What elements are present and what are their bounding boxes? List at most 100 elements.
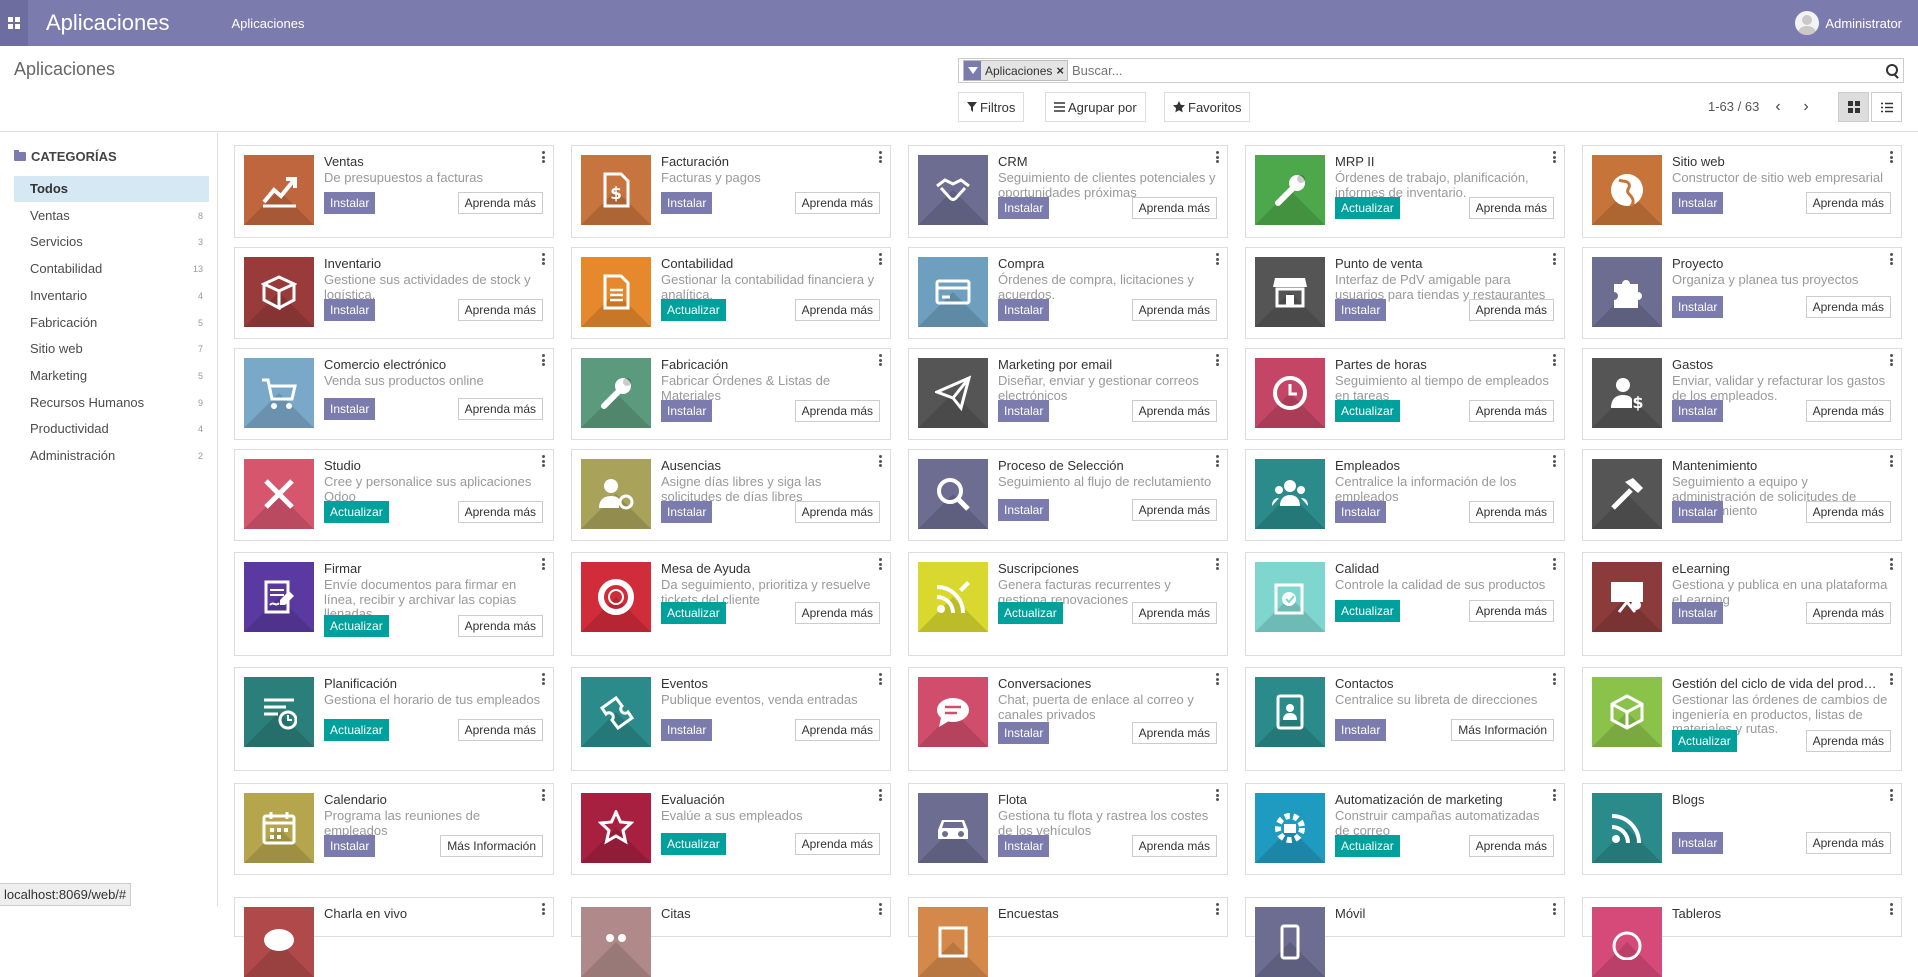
install-button[interactable]: Instalar [661, 719, 713, 741]
more-options-icon[interactable] [1890, 354, 1893, 366]
upgrade-button[interactable]: Actualizar [1672, 730, 1737, 752]
search-input[interactable] [1067, 59, 1881, 82]
more-options-icon[interactable] [542, 455, 545, 467]
more-options-icon[interactable] [879, 253, 882, 265]
more-options-icon[interactable] [1216, 789, 1219, 801]
learn-more-button[interactable]: Aprenda más [1131, 722, 1217, 744]
learn-more-button[interactable]: Más Información [1451, 719, 1554, 741]
sidebar-item-9[interactable]: Productividad 4 [14, 416, 209, 442]
learn-more-button[interactable]: Aprenda más [794, 192, 880, 214]
learn-more-button[interactable]: Aprenda más [1468, 600, 1554, 622]
install-button[interactable]: Instalar [1335, 501, 1387, 523]
sidebar-item-0[interactable]: Todos [14, 176, 209, 202]
sidebar-item-3[interactable]: Contabilidad 13 [14, 256, 209, 282]
install-button[interactable]: Instalar [324, 299, 376, 321]
more-options-icon[interactable] [1890, 789, 1893, 801]
install-button[interactable]: Instalar [998, 299, 1050, 321]
apps-menu-button[interactable] [0, 0, 28, 46]
more-options-icon[interactable] [1553, 354, 1556, 366]
more-options-icon[interactable] [879, 558, 882, 570]
learn-more-button[interactable]: Aprenda más [1131, 499, 1217, 521]
more-options-icon[interactable] [879, 673, 882, 685]
upgrade-button[interactable]: Actualizar [661, 602, 726, 624]
learn-more-button[interactable]: Aprenda más [1468, 197, 1554, 219]
more-options-icon[interactable] [1553, 673, 1556, 685]
install-button[interactable]: Instalar [324, 192, 376, 214]
more-options-icon[interactable] [1216, 455, 1219, 467]
more-options-icon[interactable] [1553, 558, 1556, 570]
learn-more-button[interactable]: Más Información [440, 835, 543, 857]
app-brand[interactable]: Aplicaciones [46, 10, 170, 36]
more-options-icon[interactable] [542, 354, 545, 366]
sidebar-item-6[interactable]: Sitio web 7 [14, 336, 209, 362]
more-options-icon[interactable] [879, 789, 882, 801]
learn-more-button[interactable]: Aprenda más [794, 400, 880, 422]
learn-more-button[interactable]: Aprenda más [457, 501, 543, 523]
install-button[interactable]: Instalar [1672, 832, 1724, 854]
install-button[interactable]: Instalar [1672, 501, 1724, 523]
user-menu[interactable]: Administrator [1795, 0, 1902, 46]
learn-more-button[interactable]: Aprenda más [1468, 299, 1554, 321]
learn-more-button[interactable]: Aprenda más [457, 299, 543, 321]
install-button[interactable]: Instalar [998, 722, 1050, 744]
learn-more-button[interactable]: Aprenda más [1131, 602, 1217, 624]
install-button[interactable]: Instalar [1672, 602, 1724, 624]
more-options-icon[interactable] [1890, 673, 1893, 685]
upgrade-button[interactable]: Actualizar [1335, 835, 1400, 857]
more-options-icon[interactable] [542, 151, 545, 163]
sidebar-item-1[interactable]: Ventas 8 [14, 203, 209, 229]
upgrade-button[interactable]: Actualizar [661, 299, 726, 321]
learn-more-button[interactable]: Aprenda más [1131, 299, 1217, 321]
sidebar-item-7[interactable]: Marketing 5 [14, 363, 209, 389]
learn-more-button[interactable]: Aprenda más [1131, 197, 1217, 219]
more-options-icon[interactable] [879, 151, 882, 163]
learn-more-button[interactable]: Aprenda más [1468, 400, 1554, 422]
more-options-icon[interactable] [879, 354, 882, 366]
install-button[interactable]: Instalar [998, 499, 1050, 521]
learn-more-button[interactable]: Aprenda más [1131, 835, 1217, 857]
more-options-icon[interactable] [1890, 903, 1893, 915]
learn-more-button[interactable]: Aprenda más [1805, 501, 1891, 523]
install-button[interactable]: Instalar [661, 400, 713, 422]
favorites-button[interactable]: Favoritos [1164, 92, 1251, 122]
install-button[interactable]: Instalar [1335, 299, 1387, 321]
install-button[interactable]: Instalar [661, 192, 713, 214]
learn-more-button[interactable]: Aprenda más [1131, 400, 1217, 422]
more-options-icon[interactable] [1890, 253, 1893, 265]
learn-more-button[interactable]: Aprenda más [1805, 296, 1891, 318]
more-options-icon[interactable] [1553, 789, 1556, 801]
more-options-icon[interactable] [1216, 354, 1219, 366]
more-options-icon[interactable] [1553, 455, 1556, 467]
more-options-icon[interactable] [1890, 558, 1893, 570]
install-button[interactable]: Instalar [998, 400, 1050, 422]
learn-more-button[interactable]: Aprenda más [1805, 730, 1891, 752]
upgrade-button[interactable]: Actualizar [661, 833, 726, 855]
more-options-icon[interactable] [879, 455, 882, 467]
install-button[interactable]: Instalar [1672, 400, 1724, 422]
sidebar-item-4[interactable]: Inventario 4 [14, 283, 209, 309]
sidebar-item-10[interactable]: Administración 2 [14, 443, 209, 469]
learn-more-button[interactable]: Aprenda más [457, 398, 543, 420]
learn-more-button[interactable]: Aprenda más [1805, 602, 1891, 624]
more-options-icon[interactable] [1890, 455, 1893, 467]
learn-more-button[interactable]: Aprenda más [457, 615, 543, 637]
pager-value[interactable]: 1-63 / 63 [1708, 99, 1759, 114]
group-by-button[interactable]: Agrupar por [1045, 92, 1146, 122]
remove-facet-icon[interactable]: × [1056, 63, 1067, 78]
learn-more-button[interactable]: Aprenda más [1468, 835, 1554, 857]
more-options-icon[interactable] [1216, 903, 1219, 915]
sidebar-item-8[interactable]: Recursos Humanos 9 [14, 390, 209, 416]
learn-more-button[interactable]: Aprenda más [457, 719, 543, 741]
learn-more-button[interactable]: Aprenda más [1468, 501, 1554, 523]
upgrade-button[interactable]: Actualizar [324, 719, 389, 741]
more-options-icon[interactable] [542, 558, 545, 570]
kanban-view-button[interactable] [1838, 92, 1869, 122]
more-options-icon[interactable] [1216, 673, 1219, 685]
install-button[interactable]: Instalar [324, 398, 376, 420]
pager-next-icon[interactable]: › [1799, 98, 1813, 116]
more-options-icon[interactable] [1553, 151, 1556, 163]
install-button[interactable]: Instalar [661, 501, 713, 523]
search-icon[interactable] [1881, 60, 1903, 82]
more-options-icon[interactable] [1553, 253, 1556, 265]
install-button[interactable]: Instalar [1672, 296, 1724, 318]
